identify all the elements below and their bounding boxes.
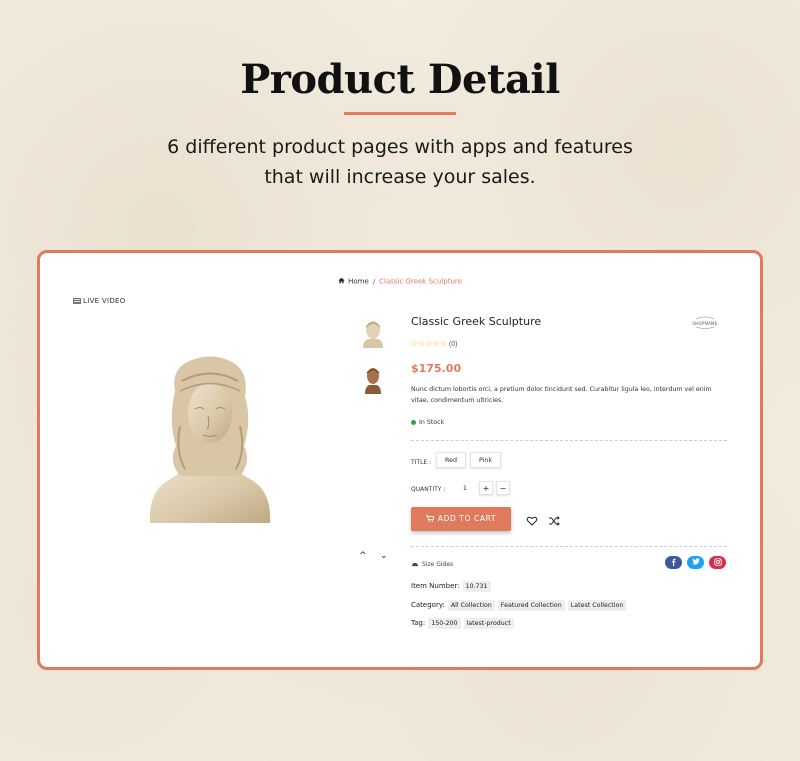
twitter-share-button[interactable] xyxy=(687,556,704,569)
home-icon[interactable] xyxy=(338,277,345,286)
twitter-icon xyxy=(691,558,700,565)
breadcrumb: Home / Classic Greek Sculpture xyxy=(40,277,760,286)
live-video-button[interactable]: LIVE VIDEO xyxy=(73,297,126,305)
product-main-image[interactable] xyxy=(140,351,280,531)
subheading-line-1: 6 different product pages with apps and … xyxy=(167,136,633,158)
divider xyxy=(411,546,727,547)
live-video-label: LIVE VIDEO xyxy=(83,297,126,305)
size-guide-label: Size Gides xyxy=(422,561,454,568)
product-description: Nunc dictum lobortis orci, a pretium dol… xyxy=(411,386,712,404)
category-link[interactable]: Featured Collection xyxy=(497,600,565,611)
quantity-minus-button[interactable]: − xyxy=(496,481,510,495)
variant-red[interactable]: Red xyxy=(436,452,466,468)
page-subheading: 6 different product pages with apps and … xyxy=(0,132,800,192)
instagram-icon xyxy=(713,558,722,566)
chevron-up-icon[interactable]: ^ xyxy=(359,551,367,561)
breadcrumb-separator: / xyxy=(372,277,376,286)
facebook-icon xyxy=(671,558,676,566)
brand-logo-text: SHOPNAME xyxy=(692,321,717,326)
stock-label: In Stock xyxy=(419,419,445,426)
quantity-plus-button[interactable]: + xyxy=(479,481,493,495)
rating: ☆☆☆☆☆ (0) xyxy=(411,339,457,348)
quantity-label: QUANTITY : xyxy=(411,486,446,493)
tag-link[interactable]: latest-product xyxy=(463,618,514,629)
cart-icon xyxy=(426,514,435,522)
tag-label: Tag: xyxy=(411,619,426,627)
thumbnail-1[interactable] xyxy=(359,317,387,349)
category-link[interactable]: Latest Collection xyxy=(567,600,627,611)
item-number-label: Item Number: xyxy=(411,582,460,590)
rating-count: (0) xyxy=(448,341,458,348)
item-number-row: Item Number: 10.731 xyxy=(411,581,491,592)
category-row: Category: All Collection Featured Collecti… xyxy=(411,600,627,611)
tag-row: Tag: 150-200 latest-product xyxy=(411,618,514,629)
category-label: Category: xyxy=(411,601,445,609)
breadcrumb-home-link[interactable]: Home xyxy=(348,278,369,286)
product-price: $175.00 xyxy=(411,362,462,375)
instagram-share-button[interactable] xyxy=(709,556,726,569)
add-to-cart-button[interactable]: ADD TO CART xyxy=(411,507,511,531)
star-icon: ☆☆☆☆☆ xyxy=(411,339,447,348)
video-icon xyxy=(73,298,81,304)
brand-logo: SHOPNAME xyxy=(692,316,717,329)
thumbnail-2[interactable] xyxy=(359,363,387,395)
facebook-share-button[interactable] xyxy=(665,556,682,569)
in-stock-dot xyxy=(411,419,416,425)
product-detail-preview: Home / Classic Greek Sculpture LIVE VIDEO xyxy=(37,250,763,670)
add-to-cart-label: ADD TO CART xyxy=(437,514,497,523)
heart-icon[interactable] xyxy=(526,515,538,527)
divider xyxy=(411,440,727,441)
shuffle-icon[interactable] xyxy=(548,515,560,527)
size-guide-link[interactable]: Size Gides xyxy=(411,561,453,568)
breadcrumb-current: Classic Greek Sculpture xyxy=(379,277,462,286)
item-number-value: 10.731 xyxy=(462,581,491,592)
quantity-input[interactable]: 1 xyxy=(453,481,477,495)
category-link[interactable]: All Collection xyxy=(447,600,495,611)
product-title: Classic Greek Sculpture xyxy=(411,315,542,328)
heading-underline xyxy=(344,112,456,115)
subheading-line-2: that will increase your sales. xyxy=(264,166,536,188)
tag-link[interactable]: 150-200 xyxy=(428,618,461,629)
stock-status: In Stock xyxy=(411,419,444,426)
ruler-icon xyxy=(411,562,419,567)
variant-title-label: TITLE : xyxy=(411,459,432,466)
variant-pink[interactable]: Pink xyxy=(470,452,502,468)
chevron-down-icon[interactable]: ⌄ xyxy=(380,551,388,561)
page-heading: Product Detail xyxy=(240,56,560,103)
